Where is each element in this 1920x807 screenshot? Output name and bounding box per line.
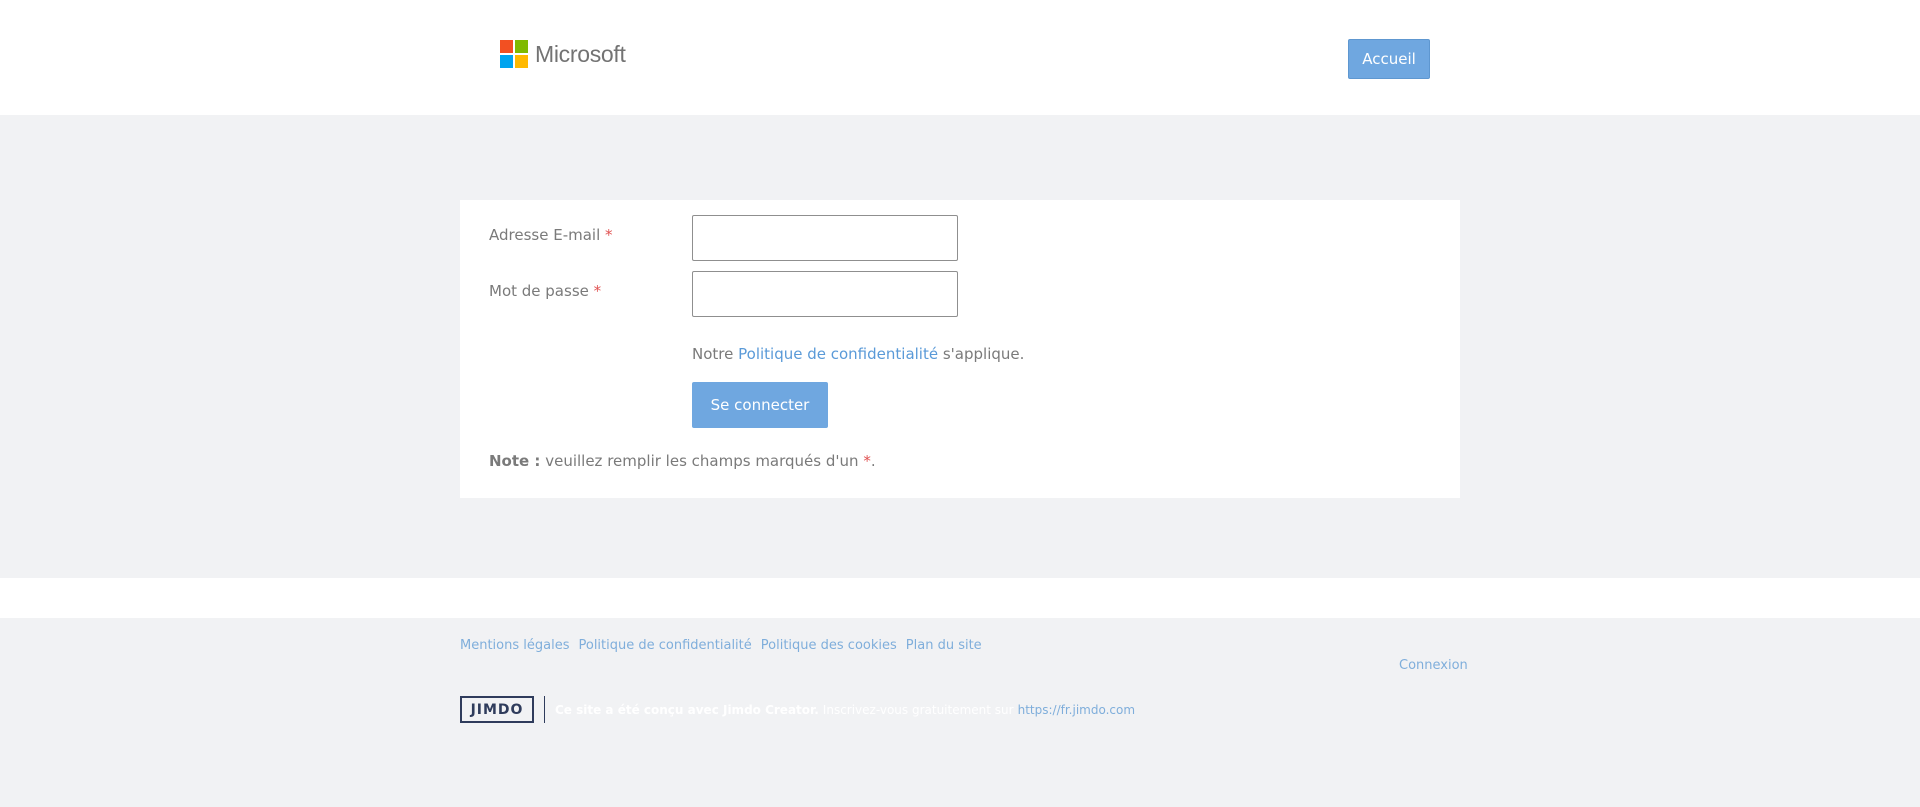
footer-links: Mentions légales Politique de confidenti…: [460, 638, 982, 653]
note-label: Note :: [489, 452, 541, 470]
required-mark: *: [605, 226, 613, 244]
password-label-text: Mot de passe: [489, 282, 589, 300]
note-end: .: [870, 452, 876, 470]
logo-text: Microsoft: [535, 40, 626, 67]
password-input[interactable]: [692, 271, 958, 317]
login-button[interactable]: Se connecter: [692, 382, 828, 428]
main-content: Adresse E-mail * Mot de passe * Notre Po…: [0, 115, 1920, 578]
logo-square-green: [515, 40, 528, 53]
jimdo-url-link[interactable]: https://fr.jimdo.com: [1018, 703, 1135, 717]
logo-square-red: [500, 40, 513, 53]
logo-square-blue: [500, 55, 513, 68]
footer-link-cookies[interactable]: Politique des cookies: [761, 638, 897, 653]
password-label: Mot de passe *: [489, 282, 601, 300]
email-label: Adresse E-mail *: [489, 226, 613, 244]
jimdo-signup-text: Inscrivez-vous gratuitement sur: [822, 702, 1014, 717]
jimdo-credit: JIMDO Ce site a été conçu avec Jimdo Cre…: [460, 696, 1135, 723]
footer-link-privacy[interactable]: Politique de confidentialité: [578, 638, 751, 653]
email-input[interactable]: [692, 215, 958, 261]
site-header: Microsoft Accueil: [0, 0, 1920, 115]
required-mark: *: [593, 282, 602, 300]
home-button[interactable]: Accueil: [1348, 39, 1430, 79]
policy-prefix: Notre: [692, 345, 734, 363]
policy-suffix: s'applique.: [942, 345, 1025, 363]
jimdo-separator: [544, 696, 545, 723]
logo-square-yellow: [515, 55, 528, 68]
microsoft-logo[interactable]: Microsoft: [500, 40, 626, 68]
footer-link-sitemap[interactable]: Plan du site: [906, 638, 982, 653]
jimdo-logo[interactable]: JIMDO: [460, 696, 534, 723]
jimdo-made-with: Ce site a été conçu avec Jimdo Creator.: [555, 702, 819, 717]
privacy-notice: Notre Politique de confidentialité s'app…: [692, 345, 1024, 363]
email-label-text: Adresse E-mail: [489, 226, 601, 244]
footer-divider-strip: [0, 578, 1920, 618]
note-text: veuillez remplir les champs marqués d'un: [545, 452, 859, 470]
note-required-mark: *: [863, 452, 871, 470]
footer-link-legal[interactable]: Mentions légales: [460, 638, 569, 653]
login-form: Adresse E-mail * Mot de passe * Notre Po…: [460, 200, 1460, 498]
footer-login-link[interactable]: Connexion: [1399, 658, 1468, 673]
microsoft-grid-icon: [500, 40, 528, 68]
site-footer: Mentions légales Politique de confidenti…: [0, 618, 1920, 807]
required-note: Note : veuillez remplir les champs marqu…: [489, 452, 876, 470]
privacy-policy-link[interactable]: Politique de confidentialité: [738, 345, 938, 363]
